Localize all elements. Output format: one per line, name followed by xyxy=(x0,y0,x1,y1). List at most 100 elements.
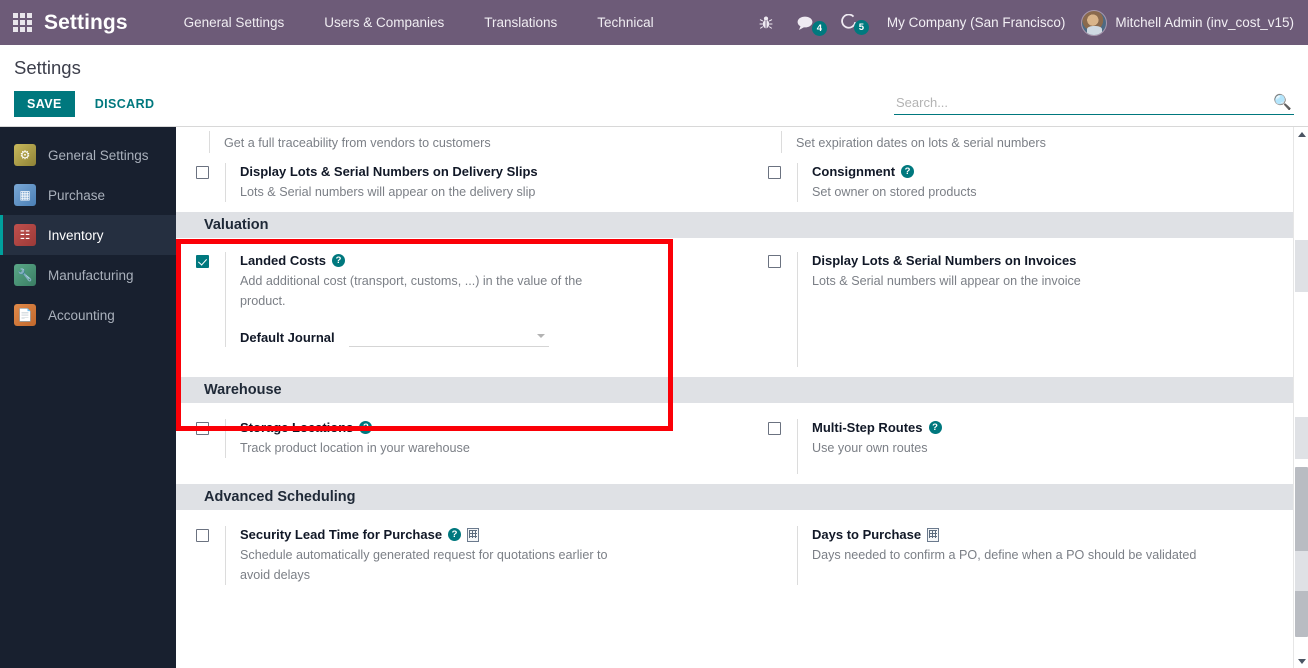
setting-title-wrapper: Landed Costs ? xyxy=(240,252,726,269)
search-icon[interactable]: 🔍 xyxy=(1267,93,1294,114)
section-header-advanced-scheduling: Advanced Scheduling xyxy=(176,484,1308,510)
help-icon[interactable]: ? xyxy=(928,421,942,434)
default-journal-field-row: Default Journal xyxy=(240,327,726,347)
top-menu: General Settings Users & Companies Trans… xyxy=(164,0,674,45)
setting-desc: Use your own routes xyxy=(812,441,928,455)
setting-title: Security Lead Time for Purchase xyxy=(240,527,443,542)
company-switcher[interactable]: My Company (San Francisco) xyxy=(871,15,1082,30)
discard-button[interactable]: DISCARD xyxy=(83,91,167,117)
setting-title: Multi-Step Routes xyxy=(812,420,923,435)
messages-count-badge: 4 xyxy=(811,20,827,36)
settings-scroll-area: Get a full traceability from vendors to … xyxy=(176,127,1308,668)
checkbox-multi-step-routes[interactable] xyxy=(768,422,781,435)
menu-item-general-settings[interactable]: General Settings xyxy=(164,0,305,45)
wrench-icon: 🔧 xyxy=(14,264,36,286)
help-icon[interactable]: ? xyxy=(448,528,462,541)
settings-row-advanced-scheduling: Security Lead Time for Purchase ? Schedu… xyxy=(176,510,1308,595)
setting-cut-right: Set expiration dates on lots & serial nu… xyxy=(742,127,1308,153)
apps-grid-icon xyxy=(12,13,32,32)
setting-title-wrapper: Storage Locations ? xyxy=(240,419,726,436)
setting-display-lots-invoices: Display Lots & Serial Numbers on Invoice… xyxy=(742,238,1308,377)
messages-menu-button[interactable]: 4 xyxy=(785,15,829,36)
setting-title: Display Lots & Serial Numbers on Deliver… xyxy=(240,164,538,179)
sidebar-item-general-settings[interactable]: ⚙ General Settings xyxy=(0,135,176,175)
checkbox-storage-locations[interactable] xyxy=(196,422,209,435)
default-journal-value xyxy=(349,328,351,343)
debug-menu-button[interactable] xyxy=(747,15,785,30)
page-title: Settings xyxy=(14,57,81,78)
help-icon[interactable]: ? xyxy=(359,421,373,434)
setting-display-lots-delivery-slips: Display Lots & Serial Numbers on Deliver… xyxy=(176,153,742,212)
setting-days-to-purchase: Days to Purchase Days needed to confirm … xyxy=(742,510,1308,595)
sidebar-item-label: Purchase xyxy=(48,187,106,203)
setting-title-wrapper: Security Lead Time for Purchase ? xyxy=(240,526,726,543)
help-icon[interactable]: ? xyxy=(331,254,345,267)
sidebar-item-label: General Settings xyxy=(48,147,149,163)
settings-row-traceability: Display Lots & Serial Numbers on Deliver… xyxy=(176,153,1308,212)
credit-card-icon: ▦ xyxy=(14,184,36,206)
menu-item-technical[interactable]: Technical xyxy=(577,0,673,45)
company-building-icon[interactable] xyxy=(467,527,480,542)
setting-title: Landed Costs xyxy=(240,253,326,268)
setting-title: Days to Purchase xyxy=(812,527,922,542)
scrollbar-track-mark xyxy=(1295,240,1308,292)
app-brand-title[interactable]: Settings xyxy=(44,11,134,35)
company-building-icon[interactable] xyxy=(927,527,940,542)
checkbox-display-lots-delivery-slips[interactable] xyxy=(196,166,209,179)
scrollbar-track-mark xyxy=(1295,551,1308,591)
settings-row-valuation: Landed Costs ? Add additional cost (tran… xyxy=(176,238,1308,377)
setting-title: Storage Locations xyxy=(240,420,354,435)
control-panel-buttons: SAVE DISCARD xyxy=(14,91,166,117)
default-journal-select[interactable] xyxy=(348,327,549,347)
setting-desc: Days needed to confirm a PO, define when… xyxy=(812,548,1197,562)
avatar xyxy=(1081,9,1108,36)
scroll-down-arrow-icon[interactable] xyxy=(1294,654,1308,668)
activities-menu-button[interactable]: 5 xyxy=(829,14,871,35)
checkbox-consignment[interactable] xyxy=(768,166,781,179)
setting-title-wrapper: Days to Purchase xyxy=(812,526,1292,543)
setting-desc: Set expiration dates on lots & serial nu… xyxy=(796,136,1046,150)
setting-desc: Lots & Serial numbers will appear on the… xyxy=(812,274,1081,288)
setting-title-wrapper: Display Lots & Serial Numbers on Invoice… xyxy=(812,252,1292,269)
setting-desc: Schedule automatically generated request… xyxy=(240,548,608,582)
sidebar-item-label: Inventory xyxy=(48,227,104,243)
setting-title-wrapper: Multi-Step Routes ? xyxy=(812,419,1292,436)
setting-title: Display Lots & Serial Numbers on Invoice… xyxy=(812,253,1077,268)
setting-consignment: Consignment ? Set owner on stored produc… xyxy=(742,153,1308,212)
sidebar-item-purchase[interactable]: ▦ Purchase xyxy=(0,175,176,215)
inventory-box-icon: ☷ xyxy=(14,224,36,246)
checkbox-display-lots-invoices[interactable] xyxy=(768,255,781,268)
settings-sidebar: ⚙ General Settings ▦ Purchase ☷ Inventor… xyxy=(0,127,176,668)
settings-row-warehouse: Storage Locations ? Track product locati… xyxy=(176,403,1308,484)
scroll-up-arrow-icon[interactable] xyxy=(1294,127,1308,141)
activities-count-badge: 5 xyxy=(853,20,869,35)
top-navbar: Settings General Settings Users & Compan… xyxy=(0,0,1308,45)
setting-title-wrapper: Display Lots & Serial Numbers on Deliver… xyxy=(240,163,726,180)
sidebar-item-inventory[interactable]: ☷ Inventory xyxy=(0,215,176,255)
apps-menu-button[interactable] xyxy=(0,0,44,45)
setting-landed-costs: Landed Costs ? Add additional cost (tran… xyxy=(176,238,742,377)
main-body: ⚙ General Settings ▦ Purchase ☷ Inventor… xyxy=(0,127,1308,668)
checkbox-security-lead-time[interactable] xyxy=(196,529,209,542)
setting-desc: Set owner on stored products xyxy=(812,185,977,199)
setting-desc: Track product location in your warehouse xyxy=(240,441,470,455)
search-input[interactable] xyxy=(894,93,1268,114)
menu-item-users-companies[interactable]: Users & Companies xyxy=(304,0,464,45)
help-icon[interactable]: ? xyxy=(901,165,915,178)
gear-icon: ⚙ xyxy=(14,144,36,166)
checkbox-landed-costs[interactable] xyxy=(196,255,209,268)
scrollbar-track-mark xyxy=(1295,417,1308,459)
settings-content: Get a full traceability from vendors to … xyxy=(176,127,1308,668)
sidebar-item-manufacturing[interactable]: 🔧 Manufacturing xyxy=(0,255,176,295)
sidebar-item-accounting[interactable]: 📄 Accounting xyxy=(0,295,176,335)
setting-desc: Lots & Serial numbers will appear on the… xyxy=(240,185,536,199)
vertical-scrollbar[interactable] xyxy=(1293,127,1308,668)
chevron-down-icon xyxy=(536,334,545,338)
menu-item-translations[interactable]: Translations xyxy=(464,0,577,45)
user-menu-button[interactable]: Mitchell Admin (inv_cost_v15) xyxy=(1081,9,1300,36)
setting-title: Consignment xyxy=(812,164,896,179)
settings-row-partial-top: Get a full traceability from vendors to … xyxy=(176,127,1308,153)
setting-cut-left: Get a full traceability from vendors to … xyxy=(176,127,742,153)
top-navbar-right: 4 5 My Company (San Francisco) Mitchell … xyxy=(747,0,1300,45)
save-button[interactable]: SAVE xyxy=(14,91,75,117)
